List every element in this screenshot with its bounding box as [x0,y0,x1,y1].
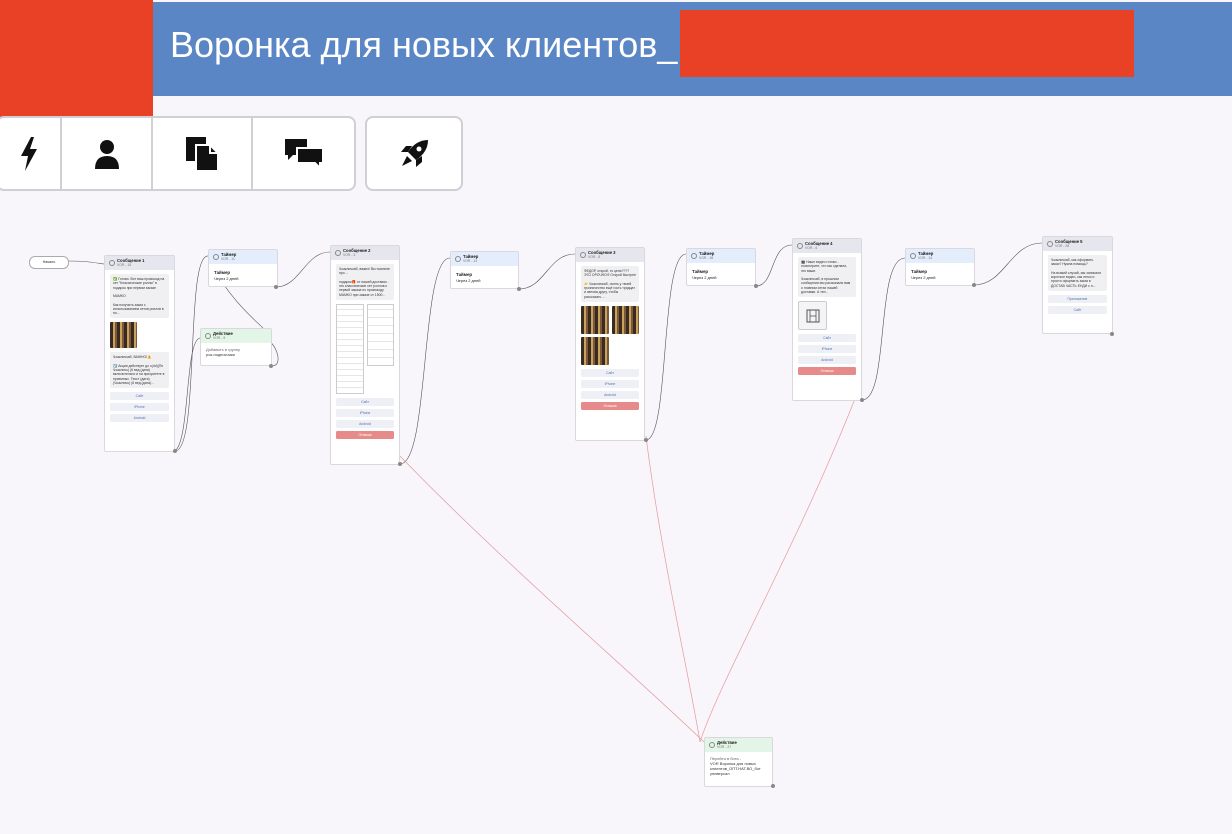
message-button[interactable]: Android [798,356,856,364]
message-text-line: Чоакличкаб, в прошлом сообщении мы расск… [801,277,851,294]
message-icon [580,252,586,258]
timer-node-4[interactable]: Таймер VOR - 14 Таймер Через 2 дней [905,248,975,286]
timer-icon [455,256,461,262]
action-icon [205,333,211,339]
action-node-2[interactable]: Действие VOR - 27 Перейти в бота - VOR В… [704,737,773,787]
output-port[interactable] [173,449,177,453]
node-id: VOR - 8 [588,255,601,260]
message-button[interactable]: iPhone [110,403,169,411]
message-button[interactable]: Сайт [798,334,856,342]
output-port[interactable] [517,287,521,291]
message-icon [335,250,341,256]
message-text: ✅ Готово. Вот ваш промокод на сет "Класс… [110,274,169,319]
node-id: VOR - 27 [717,745,732,750]
node-id: VOR - 15 [117,263,132,268]
timer-icon [213,254,219,260]
action-target: VOR Воронка для новых клиентов_ОПТ.НАТ.В… [710,761,761,776]
video-attachment[interactable] [798,301,827,330]
message-button[interactable]: iPhone [336,408,394,417]
message-button[interactable]: Android [110,414,169,422]
message-button[interactable]: Сайт [581,368,639,377]
message-text: Чоакличкаб, важно! Вы помните про ... под… [336,264,394,300]
message-button[interactable]: Сайт [110,392,169,400]
film-icon [806,309,819,322]
message-text: Чоакличкаб, как оформить заказ? Нужна по… [1048,255,1107,291]
timer-icon [910,253,916,259]
message-node-1[interactable]: Сообщение 1 VOR - 15 ✅ Готово. Вот ваш п… [104,255,175,452]
output-port[interactable] [269,364,273,368]
message-button[interactable]: Android [581,390,639,399]
node-id: VOR - 11 [221,257,235,262]
timer-delay: Через 2 дней [214,275,239,281]
output-port[interactable] [860,398,864,402]
message-image [110,322,137,349]
message-node-5[interactable]: Сообщение 5 VOR - 28 Чоакличкаб, как офо… [1042,236,1113,334]
output-port[interactable] [771,784,775,788]
document-preview [366,303,394,366]
message-text-line: 🎬 Наше видео готово - посмотрите, что мы… [801,260,848,273]
message-text-line: Чоакличкаб, ВАЖНО!⚠️ [113,355,152,360]
node-id: VOR - 9 [213,336,226,341]
message-node-3[interactable]: Сообщение 3 VOR - 8 ФЕДОР, открой, то це… [575,247,645,441]
message-button[interactable]: iPhone [581,379,639,388]
message-node-4[interactable]: Сообщение 4 VOR - 6 🎬 Наше видео готово … [792,238,862,401]
promo-code: MAMKO [113,294,126,298]
message-text-line: Как получить заказ с использованием сето… [113,302,164,316]
message-button[interactable]: iPhone [798,345,856,353]
output-port[interactable] [398,462,402,466]
start-node[interactable]: Начало [29,256,69,269]
timer-node-3[interactable]: Таймер VOR - 18 Таймер Через 2 дней [686,248,756,286]
message-text-line: На всякий случай, мы записали короткое в… [1051,270,1101,288]
node-id: VOR - 18 [699,256,714,261]
message-node-2[interactable]: Сообщение 2 VOR - 3 Чоакличкаб, важно! В… [330,245,400,465]
timer-icon [691,253,697,259]
action-target: рок-подписчики [206,352,235,357]
message-image [611,305,639,334]
timer-delay: Через 2 дней [692,274,717,280]
message-icon [1047,241,1053,247]
message-text-line: ✅ Готово. Вот ваш промокод на сет "Класс… [113,277,165,290]
action-icon [709,742,715,748]
node-id: VOR - 6 [805,246,818,251]
message-button[interactable]: Сайт [336,397,394,406]
document-preview [336,303,364,394]
unsubscribe-button[interactable]: Отписка [336,430,394,439]
output-port[interactable] [1110,332,1114,336]
attached-documents [336,303,394,394]
message-images [581,305,639,334]
message-image [581,305,609,334]
message-text-line: подарок🎁 от нашей доставки - это классич… [339,279,389,297]
message-button[interactable]: Приложение [1048,294,1107,303]
output-port[interactable] [972,283,976,287]
node-id: VOR - 28 [1055,244,1070,249]
unsubscribe-button[interactable]: Отписка [798,367,856,375]
message-image [581,336,609,365]
message-button[interactable]: Android [336,419,394,428]
output-port[interactable] [754,284,758,288]
timer-delay: Через 2 дней [456,277,481,283]
node-id: VOR - 14 [918,256,933,261]
message-text: Чоакличкаб, ВАЖНО!⚠️ ☑️ Акция действует д… [110,352,169,388]
node-id: VOR - 13 [463,259,478,264]
message-text-line: 👉 Чоакличкаб, очень у твоей грозничество… [584,281,635,299]
node-id: VOR - 3 [343,253,356,258]
output-port[interactable] [644,438,648,442]
timer-node-1[interactable]: Таймер VOR - 11 Таймер Через 2 дней [208,249,278,287]
message-text-line: ФЕДОР, открой, то цена???? ЭТО ОРОЧНО!!!… [584,269,637,278]
message-text-line: Чоакличкаб, важно! Вы помните про ... [339,267,390,276]
message-button[interactable]: Сайт [1048,305,1107,314]
message-text: 🎬 Наше видео готово - посмотрите, что мы… [798,257,856,297]
timer-node-2[interactable]: Таймер VOR - 13 Таймер Через 2 дней [450,251,519,289]
message-icon [797,243,803,249]
message-text-line: ☑️ Акция действует до с(dd)(Пн Чоакличь)… [113,363,165,385]
message-text: ФЕДОР, открой, то цена???? ЭТО ОРОЧНО!!!… [581,266,639,302]
timer-delay: Через 2 дней [911,274,936,280]
message-icon [109,260,115,266]
unsubscribe-button[interactable]: Отписка [581,401,639,410]
message-text-line: Чоакличкаб, как оформить заказ? Нужна по… [1051,258,1094,267]
output-port[interactable] [274,285,278,289]
start-label: Начало [42,260,56,264]
action-node-1[interactable]: Действие VOR - 9 Добавить в группу рок-п… [200,328,272,366]
